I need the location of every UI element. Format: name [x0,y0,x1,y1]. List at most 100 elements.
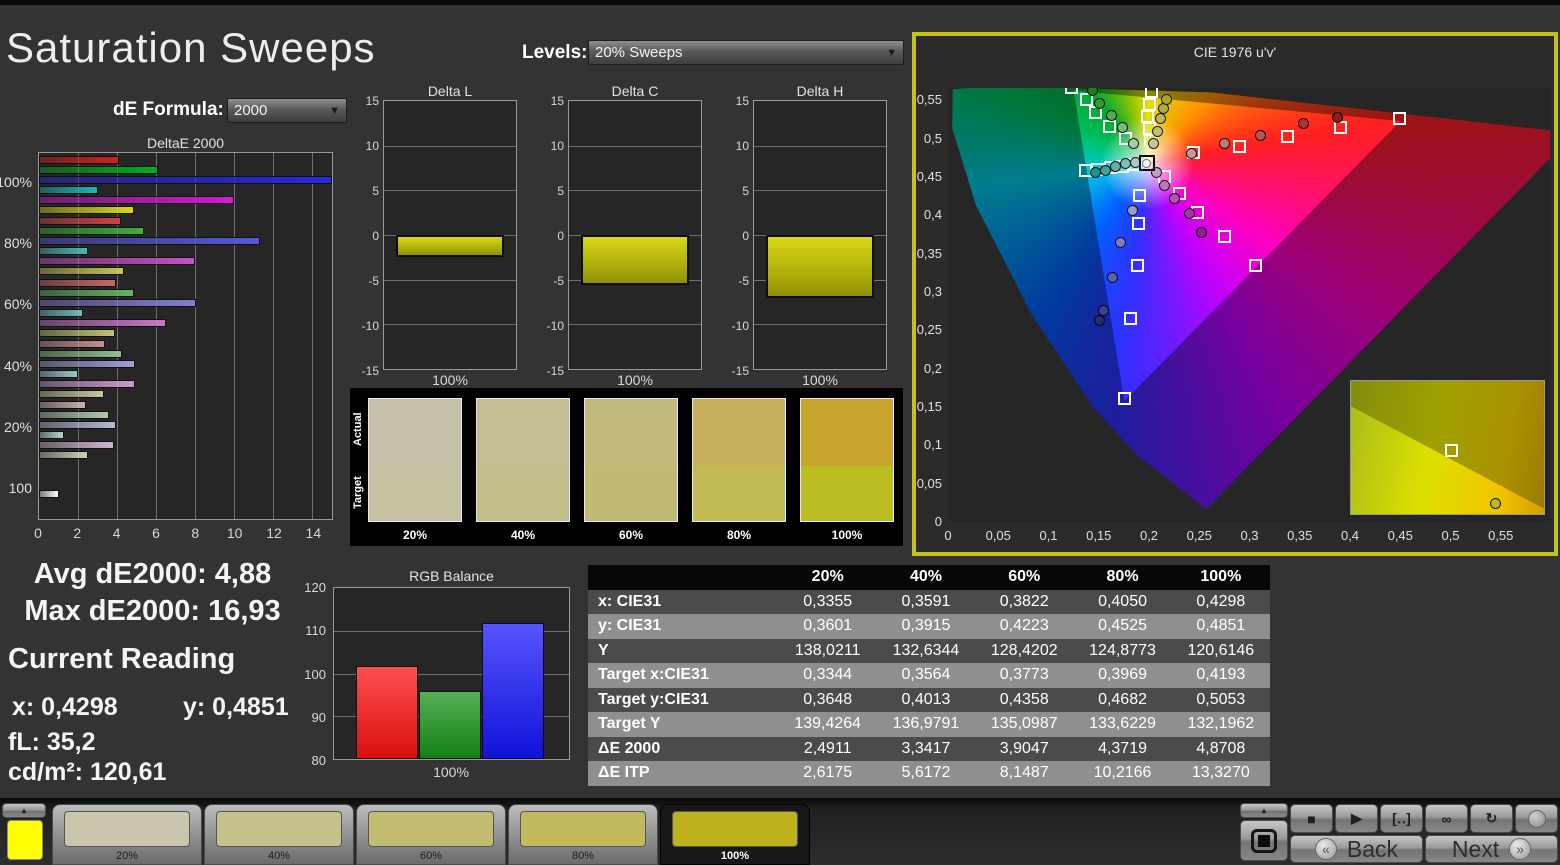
table-cell: 0,3822 [975,589,1074,614]
measurement-table: 20% 40% 60% 80% 100% x: CIE31 0,3355 0,3591 0,38… [588,565,1270,786]
y-tick-label: 0,5 [923,130,942,146]
sample-button-40%[interactable]: 40% [204,804,354,865]
cie-inset-measured [1489,498,1501,510]
x-tick-label: 12 [266,525,282,541]
cie-measured-yellow [1151,126,1163,138]
sample-button-80%[interactable]: 80% [508,804,658,865]
row-label: Target x:CIE31 [588,663,779,688]
levels-dropdown[interactable]: 20% Sweeps ▼ [588,40,904,65]
table-cell: 0,4193 [1171,663,1270,688]
cie-measured-blue [1107,271,1119,283]
rgb-balance-plot [333,587,570,760]
chevron-down-icon: ▼ [886,46,897,59]
table-cell: 0,4682 [1073,687,1172,712]
x-tick-label: 0 [34,525,42,541]
max-de2000: Max dE2000: 16,93 [24,595,281,627]
y-tick-label: 0,05 [916,475,942,491]
y-tick-label: -15 [546,364,564,378]
cie-measured-green [1087,88,1099,97]
next-button[interactable]: Next » [1425,835,1558,863]
cie-inset-target [1444,443,1458,457]
x-tick-label: 2 [73,525,82,541]
group-label: 20% [3,419,32,435]
y-tick-label: 15 [365,94,379,108]
play-button[interactable]: ▶ [1335,804,1378,833]
group-label: 80% [3,235,32,251]
rgb-balance-y-labels: 120 110 100 90 80 [302,580,330,768]
table-header: 80% [1073,565,1172,590]
table-cell: 136,9791 [876,712,976,737]
cie-measured-yellow [1147,137,1159,149]
y-tick-label: 0,15 [916,398,942,414]
cie-measured-red [1298,118,1310,130]
back-button-label: Back [1346,835,1399,862]
sample-button-20%[interactable]: 20% [52,804,202,865]
current-reading-title: Current Reading [8,643,236,675]
cie-target-blue [1118,392,1132,405]
swatch-label: 100% [831,528,863,542]
current-test-patch [7,820,43,860]
delta-plot [753,100,887,370]
cie-target-green [1103,119,1117,133]
y-tick-label: -5 [368,274,379,288]
cie-x-labels: 0 0,05 0,1 0,15 0,2 0,25 0,3 0,35 0,4 0,45 0,5 0,55 [944,526,1550,546]
collapse-controls-button[interactable]: ▲ [1240,803,1288,818]
table-cell: 0,3773 [975,663,1074,688]
deltae-bar [39,421,116,430]
cie-measured-red [1255,129,1267,141]
chart-title: Delta C [611,83,659,99]
deltae2000-y-labels: 100% 80% 60% 40% 20% 100 [0,152,36,520]
x-tick-label: 10 [226,525,243,541]
y-tick-label: 15 [735,94,749,108]
row-label: ΔE ITP [588,761,779,786]
back-button[interactable]: « Back [1290,835,1423,863]
sample-button-label: 100% [720,850,750,862]
y-tick-label: 10 [365,139,379,153]
rgb-bar-green [419,691,481,759]
deltae2000-plot [38,152,333,520]
y-tick-label: 0 [742,229,749,243]
sample-button-100%[interactable]: 100% [660,804,810,865]
range-button[interactable]: [‥] [1380,804,1423,833]
sample-button-60%[interactable]: 60% [356,804,506,865]
table-row: Target x:CIE31 0,3344 0,3564 0,3773 0,3969 0,… [588,663,1270,688]
rgb-bar-red [356,665,418,759]
table-cell: 8,1487 [975,761,1074,786]
cie-title: CIE 1976 u'v' [1193,44,1277,60]
y-tick-label: -10 [546,319,564,333]
x-tick-label: 0,5 [1441,528,1460,543]
rgb-bar-blue [482,623,544,759]
table-cell: 0,3355 [778,589,877,614]
table-header [588,565,779,590]
table-row: x: CIE31 0,3355 0,3591 0,3822 0,4050 0,4298 [588,589,1270,614]
loop-button[interactable]: ↻ [1470,804,1513,833]
stop-measure-button[interactable] [1240,820,1288,861]
de-formula-dropdown[interactable]: 2000 ▼ [227,98,347,123]
actual-row-label: Actual [352,412,364,446]
sample-button-label: 60% [419,850,443,862]
delta-plot [568,100,702,370]
deltae-bar [39,278,116,287]
actual-target-swatch-panel: Actual Target 20% 40% 60% 80% 100% [350,388,903,546]
deltae2000-chart-title: DeltaE 2000 [146,135,225,151]
cie-target-red [1232,139,1246,153]
table-header: 40% [876,565,976,590]
table-row: y: CIE31 0,3601 0,3915 0,4223 0,4525 0,4851 [588,614,1270,639]
gridline [384,190,516,192]
up-arrow-icon: ▲ [20,806,28,815]
infinity-button[interactable]: ∞ [1425,804,1468,833]
actual-target-swatch-60% [584,398,678,522]
delta-lch-charts: Delta L 15 10 5 0 -5 -10 -15 100% Delta C 15 10 5 0 -5… [353,83,913,389]
y-tick-label: 0,1 [923,437,942,453]
collapse-patch-panel-button[interactable]: ▲ [2,803,46,818]
lens-button[interactable] [1515,804,1558,833]
table-cell: 132,6344 [876,638,976,663]
table-cell: 13,3270 [1171,761,1270,786]
cie-target-magenta [1217,230,1231,244]
table-cell: 133,6229 [1073,712,1172,737]
stop-button[interactable]: ■ [1290,804,1333,833]
table-cell: 2,4911 [778,736,877,761]
y-tick-label: -10 [731,319,749,333]
cie-measured-cyan [1100,165,1112,177]
deltae-bar [39,217,122,226]
